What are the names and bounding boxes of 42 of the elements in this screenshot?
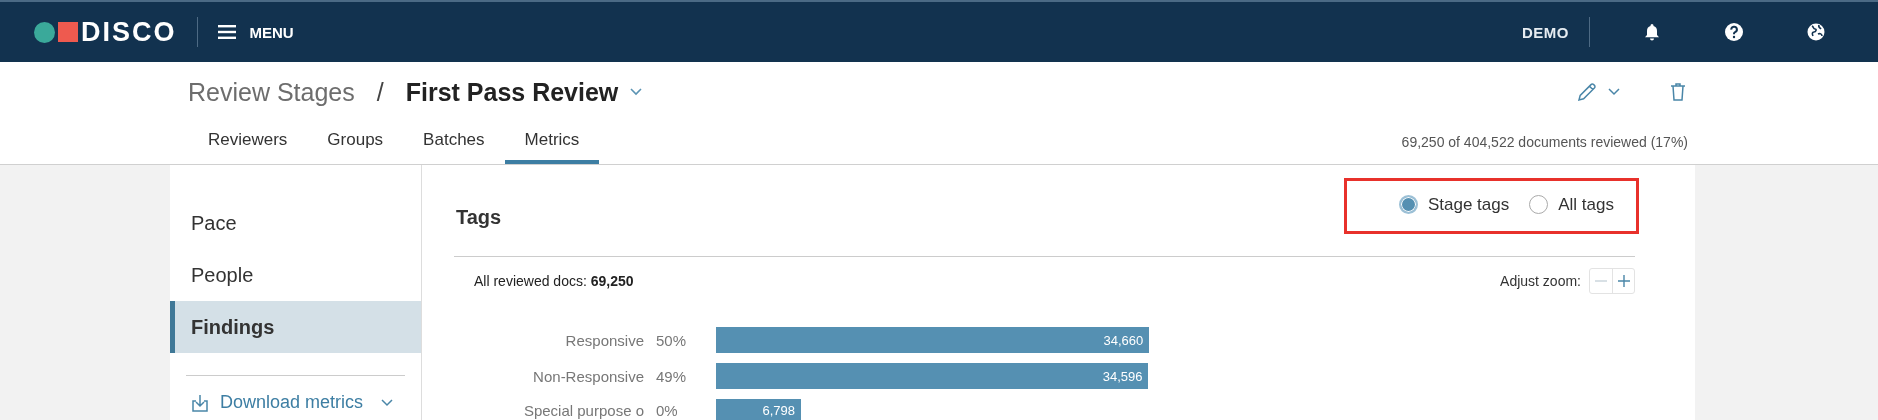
review-progress-text: 69,250 of 404,522 documents reviewed (17%)	[1401, 134, 1688, 152]
logo-text: DISCO	[81, 16, 177, 48]
download-metrics-button[interactable]: Download metrics	[190, 392, 394, 413]
section-title: Tags	[456, 206, 502, 229]
count-text: 34,596	[1102, 368, 1143, 384]
count-text: 6,798	[762, 402, 795, 418]
radio-label: Stage tags	[1427, 194, 1510, 215]
count-text: 34,660	[1103, 332, 1144, 348]
globe-icon[interactable]	[1806, 22, 1826, 42]
radio-button[interactable]	[1529, 195, 1549, 214]
plus-icon	[1616, 274, 1631, 288]
sidebar-item[interactable]: Findings	[170, 301, 421, 353]
edit-icon[interactable]	[1576, 81, 1598, 103]
tag-label: Special purpose o	[522, 401, 644, 419]
tab[interactable]: Reviewers	[208, 130, 288, 164]
delete-icon[interactable]	[1668, 81, 1688, 103]
menu-icon	[217, 25, 236, 39]
chevron-down-icon[interactable]	[1608, 88, 1620, 96]
breadcrumb-separator: /	[376, 77, 384, 107]
help-icon[interactable]	[1724, 22, 1744, 42]
summary-text: All reviewed docs: 69,250	[474, 273, 634, 289]
percent-text: 50%	[656, 331, 688, 349]
breadcrumb-link[interactable]: Review Stages	[188, 77, 355, 107]
download-icon	[190, 392, 210, 413]
sidebar-item[interactable]: People	[170, 249, 421, 301]
radio-label: All tags	[1558, 194, 1614, 215]
tab[interactable]: Groups	[327, 130, 384, 164]
logo-square-icon	[58, 22, 78, 42]
page-title: First Pass Review	[405, 77, 619, 107]
zoom-label: Adjust zoom:	[1500, 273, 1581, 289]
sidebar-item[interactable]: Pace	[170, 197, 421, 249]
percent-text: 49%	[656, 367, 688, 385]
percent-text: 0%	[656, 401, 679, 419]
chevron-down-icon	[381, 398, 394, 407]
tag-label: Responsive	[564, 331, 644, 349]
menu-button[interactable]: MENU	[217, 23, 294, 41]
radio-button[interactable]	[1398, 195, 1418, 214]
logo-circle-icon	[34, 21, 55, 43]
tag-label: Non-Responsive	[532, 367, 644, 385]
tab[interactable]: Batches	[423, 130, 485, 164]
chevron-down-icon[interactable]	[630, 88, 643, 96]
user-menu-button[interactable]: DEMO	[1522, 23, 1569, 41]
